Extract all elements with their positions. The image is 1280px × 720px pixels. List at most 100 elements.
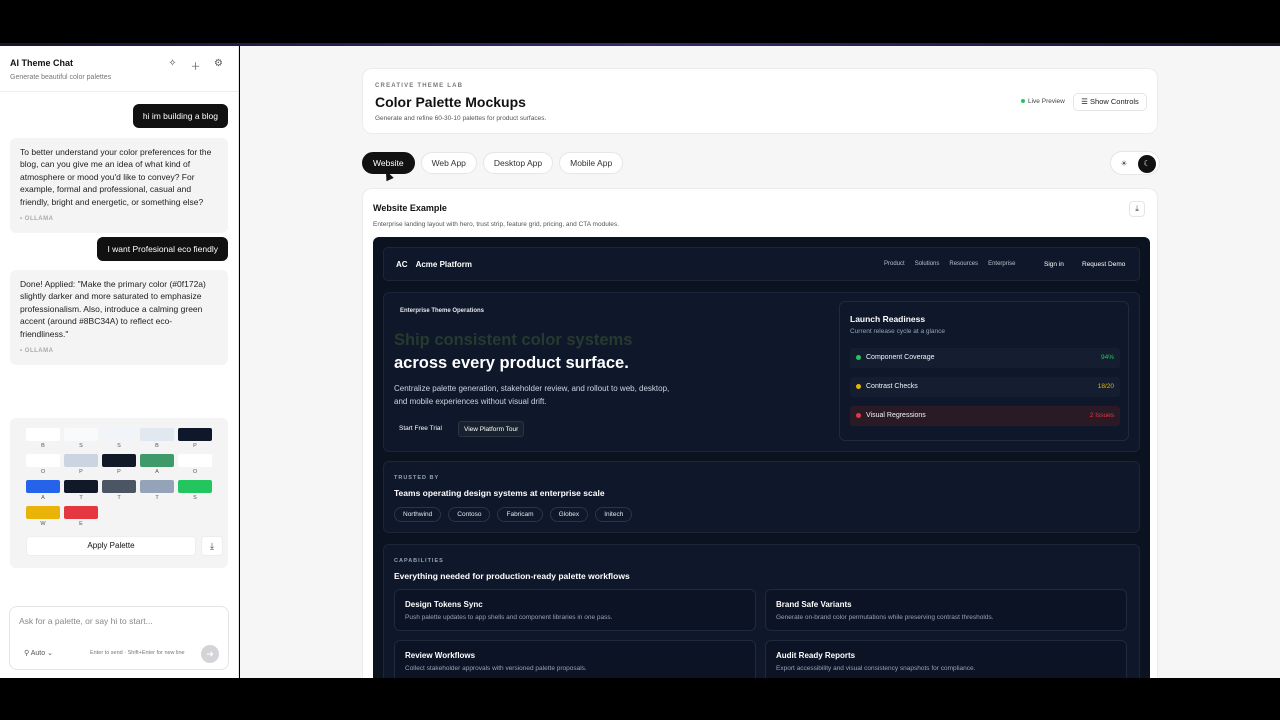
- swatch-color[interactable]: [178, 480, 212, 493]
- swatch-color[interactable]: [178, 454, 212, 467]
- capability-title: Review Workflows: [405, 651, 476, 660]
- page-header: CREATIVE THEME LAB Color Palette Mockups…: [362, 68, 1158, 134]
- assistant-message: To better understand your color preferen…: [10, 138, 228, 234]
- swatch-color[interactable]: [140, 480, 174, 493]
- mock-nav-resources[interactable]: Resources: [949, 261, 978, 267]
- wand-icon: ⚲: [24, 650, 30, 657]
- moon-icon[interactable]: ☾: [1138, 155, 1156, 173]
- swatch-color[interactable]: [26, 454, 60, 467]
- swatch-color[interactable]: [140, 428, 174, 441]
- swatch-label: B: [155, 443, 159, 449]
- mock-logo[interactable]: AC Acme Platform: [396, 260, 472, 269]
- readiness-name: Component Coverage: [866, 354, 935, 361]
- status-dot-icon: [856, 355, 861, 360]
- status-dot-icon: [1021, 99, 1025, 104]
- swatch-label: A: [41, 495, 45, 501]
- palette-swatch[interactable]: S: [102, 428, 136, 454]
- chat-header: AI Theme Chat Generate beautiful color p…: [0, 46, 238, 92]
- swatch-label: P: [193, 443, 197, 449]
- palette-swatch[interactable]: B: [140, 428, 174, 454]
- capability-desc: Generate on-brand color permutations whi…: [776, 614, 994, 621]
- palette-swatch[interactable]: B: [26, 428, 60, 454]
- example-subtitle: Enterprise landing layout with hero, tru…: [373, 221, 619, 228]
- sun-icon[interactable]: ☀: [1115, 155, 1133, 173]
- capability-title: Audit Ready Reports: [776, 651, 856, 660]
- swatch-label: S: [79, 443, 83, 449]
- swatch-label: B: [41, 443, 45, 449]
- send-button[interactable]: ➜: [201, 645, 219, 663]
- mock-nav-product[interactable]: Product: [884, 261, 905, 267]
- palette-swatch[interactable]: E: [64, 506, 98, 532]
- theme-toggle[interactable]: ☀ ☾: [1110, 151, 1160, 175]
- assistant-message-text: To better understand your color preferen…: [20, 147, 212, 207]
- swatch-color[interactable]: [26, 428, 60, 441]
- palette-swatch[interactable]: O: [178, 454, 212, 480]
- swatch-color[interactable]: [26, 480, 60, 493]
- hero-headline-2: across every product surface.: [394, 354, 629, 372]
- assistant-message-text: Done! Applied: "Make the primary color (…: [20, 279, 206, 339]
- capability-card: Review Workflows Collect stakeholder app…: [394, 640, 756, 678]
- palette-swatch[interactable]: P: [178, 428, 212, 454]
- palette-swatch[interactable]: A: [140, 454, 174, 480]
- swatch-color[interactable]: [102, 480, 136, 493]
- header-eyebrow: CREATIVE THEME LAB: [375, 83, 464, 89]
- launch-title: Launch Readiness: [850, 314, 926, 324]
- swatch-color[interactable]: [64, 506, 98, 519]
- swatch-label: P: [79, 469, 83, 475]
- palette-swatch[interactable]: T: [140, 480, 174, 506]
- palette-swatch[interactable]: P: [64, 454, 98, 480]
- tab-desktop-app[interactable]: Desktop App: [482, 152, 554, 174]
- swatch-color[interactable]: [26, 506, 60, 519]
- mode-selector[interactable]: ⚲ Auto ⌄: [24, 649, 53, 657]
- status-dot-icon: [856, 384, 861, 389]
- palette-swatch[interactable]: S: [64, 428, 98, 454]
- swatch-color[interactable]: [64, 428, 98, 441]
- mock-sign-in[interactable]: Sign in: [1044, 261, 1064, 268]
- mock-nav-enterprise[interactable]: Enterprise: [988, 261, 1015, 267]
- tab-web-app[interactable]: Web App: [420, 152, 477, 174]
- palette-swatch[interactable]: P: [102, 454, 136, 480]
- swatch-color[interactable]: [64, 480, 98, 493]
- launch-subtitle: Current release cycle at a glance: [850, 328, 946, 335]
- platform-tour-button[interactable]: View Platform Tour: [458, 421, 525, 437]
- palette-swatch[interactable]: T: [102, 480, 136, 506]
- trusted-eyebrow: TRUSTED BY: [394, 475, 440, 481]
- chat-input-box[interactable]: Ask for a palette, or say hi to start...…: [9, 606, 229, 670]
- palette-swatch[interactable]: T: [64, 480, 98, 506]
- palette-swatch[interactable]: W: [26, 506, 60, 532]
- plus-icon[interactable]: ＋: [190, 58, 201, 73]
- chat-input-placeholder[interactable]: Ask for a palette, or say hi to start...: [19, 616, 153, 626]
- page-subtitle: Generate and refine 60-30-10 palettes fo…: [375, 115, 547, 122]
- sparkle-icon[interactable]: ✧: [167, 58, 178, 73]
- apply-palette-button[interactable]: Apply Palette: [26, 536, 196, 556]
- tab-mobile-app[interactable]: Mobile App: [559, 152, 624, 174]
- capability-card: Design Tokens Sync Push palette updates …: [394, 589, 756, 631]
- palette-swatch[interactable]: S: [178, 480, 212, 506]
- show-controls-button[interactable]: ☰ Show Controls: [1073, 93, 1147, 111]
- readiness-value: 2 Issues: [1089, 412, 1114, 419]
- mock-nav-solutions[interactable]: Solutions: [915, 261, 940, 267]
- palette-swatch[interactable]: O: [26, 454, 60, 480]
- palette-swatch[interactable]: A: [26, 480, 60, 506]
- swatch-color[interactable]: [178, 428, 212, 441]
- swatch-color[interactable]: [64, 454, 98, 467]
- user-message: I want Profesional eco fiendly: [97, 237, 228, 261]
- download-icon[interactable]: ⤓: [201, 536, 223, 556]
- swatch-label: P: [117, 469, 121, 475]
- swatch-grid: B S S B P O P P A O A T T T S W E: [26, 428, 216, 532]
- capability-desc: Collect stakeholder approvals with versi…: [405, 665, 587, 672]
- mock-hero: Enterprise Theme Operations Ship consist…: [383, 292, 1140, 452]
- platform-tabs: Website Web App Desktop App Mobile App: [362, 152, 624, 174]
- company-chip: Northwind: [394, 507, 442, 522]
- chat-panel: AI Theme Chat Generate beautiful color p…: [0, 46, 239, 678]
- swatch-label: T: [155, 495, 159, 501]
- swatch-color[interactable]: [102, 454, 136, 467]
- swatch-color[interactable]: [102, 428, 136, 441]
- mock-request-demo[interactable]: Request Demo: [1082, 261, 1125, 268]
- start-trial-button[interactable]: Start Free Trial: [394, 421, 447, 437]
- gear-icon[interactable]: ⚙: [213, 58, 224, 73]
- download-icon[interactable]: ⤓: [1129, 201, 1145, 217]
- readiness-value: 94%: [1100, 354, 1114, 361]
- swatch-color[interactable]: [140, 454, 174, 467]
- capabilities-eyebrow: CAPABILITIES: [394, 558, 444, 564]
